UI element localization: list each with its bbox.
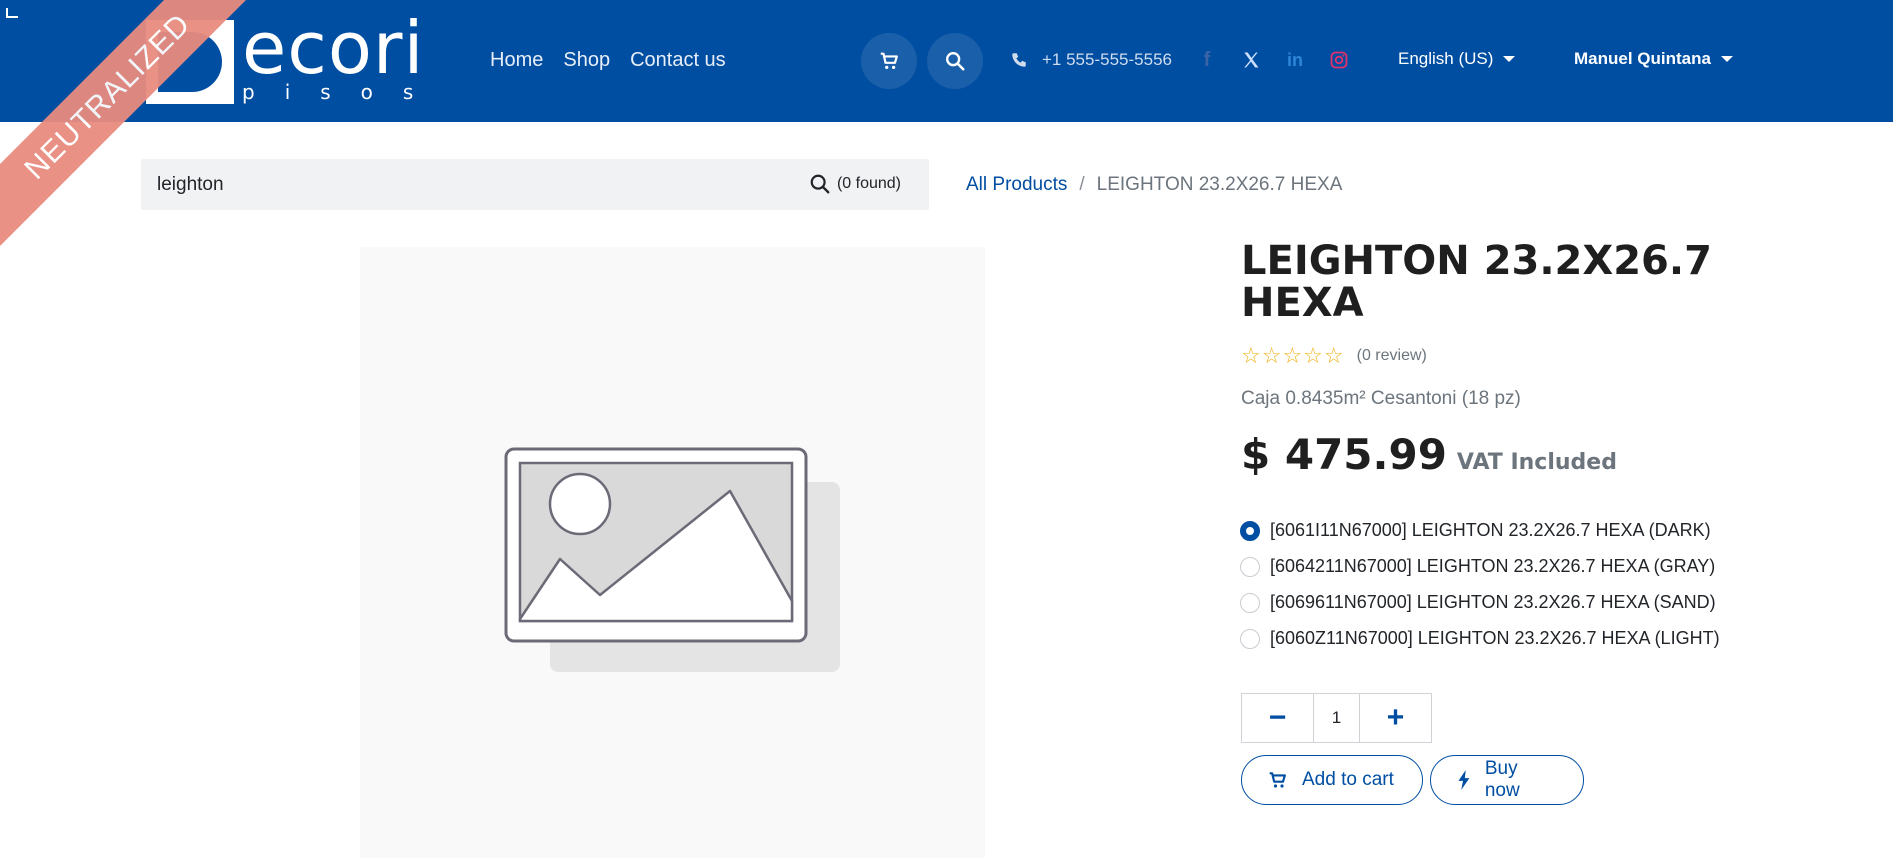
buy-now-label: Buy now — [1484, 758, 1520, 801]
facebook-icon[interactable]: f — [1196, 47, 1218, 73]
nav-shop[interactable]: Shop — [563, 48, 610, 72]
star-rating-icon: ☆☆☆☆☆ — [1241, 343, 1345, 368]
cart-icon — [880, 52, 898, 70]
variant-option[interactable]: [6064211N67000] LEIGHTON 23.2X26.7 HEXA … — [1240, 555, 1720, 578]
add-to-cart-button[interactable]: Add to cart — [1241, 755, 1423, 805]
product-search: (0 found) — [141, 159, 929, 210]
product-subtitle: Caja 0.8435m² Cesantoni (18 pz) — [1241, 388, 1521, 409]
search-input[interactable] — [157, 171, 797, 199]
chevron-down-icon — [1503, 56, 1516, 62]
vat-label: VAT Included — [1456, 450, 1617, 475]
variant-radio[interactable] — [1240, 628, 1260, 649]
social-links: f in — [1196, 47, 1350, 73]
product-price: $ 475.99 VAT Included — [1241, 430, 1617, 479]
nav-contact[interactable]: Contact us — [630, 48, 726, 72]
breadcrumb-current: LEIGHTON 23.2X26.7 HEXA — [1096, 174, 1343, 195]
variant-radio[interactable] — [1240, 556, 1260, 577]
breadcrumb: All Products / LEIGHTON 23.2X26.7 HEXA — [966, 174, 1342, 196]
breadcrumb-all-products[interactable]: All Products — [966, 174, 1067, 196]
search-icon — [946, 52, 965, 71]
header-search-button[interactable] — [927, 33, 983, 89]
cart-icon — [1269, 772, 1286, 788]
variant-option[interactable]: [6069611N67000] LEIGHTON 23.2X26.7 HEXA … — [1240, 591, 1720, 614]
breadcrumb-separator: / — [1079, 174, 1085, 195]
bolt-icon — [1458, 770, 1470, 790]
product-title: LEIGHTON 23.2X26.7 HEXA — [1241, 238, 1712, 326]
search-submit[interactable]: (0 found) — [809, 173, 901, 195]
cart-button[interactable] — [861, 33, 917, 89]
x-icon[interactable] — [1240, 47, 1262, 73]
quantity-input[interactable]: 1 — [1313, 694, 1360, 742]
main-nav: Home Shop Contact us — [490, 48, 726, 72]
nav-home[interactable]: Home — [490, 48, 543, 72]
logo-wordmark: ecori — [242, 6, 425, 90]
product-rating[interactable]: ☆☆☆☆☆ (0 review) — [1241, 344, 1427, 368]
product-image[interactable] — [360, 247, 985, 858]
variant-option[interactable]: [6061I11N67000] LEIGHTON 23.2X26.7 HEXA … — [1240, 519, 1720, 542]
language-selector[interactable]: English (US) — [1398, 49, 1516, 69]
quantity-decrease-button[interactable]: − — [1242, 694, 1313, 742]
add-to-cart-label: Add to cart — [1302, 769, 1394, 790]
variant-label: [6061I11N67000] LEIGHTON 23.2X26.7 HEXA … — [1270, 520, 1711, 540]
phone-link[interactable]: +1 555-555-5556 — [1010, 48, 1172, 72]
search-icon — [810, 174, 830, 194]
corner-mark — [6, 8, 18, 18]
quantity-increase-button[interactable]: + — [1360, 694, 1431, 742]
quantity-stepper: − 1 + — [1241, 693, 1432, 743]
chevron-down-icon — [1720, 56, 1733, 62]
variant-radio[interactable] — [1240, 592, 1260, 613]
user-name: Manuel Quintana — [1574, 49, 1711, 68]
variant-list: [6061I11N67000] LEIGHTON 23.2X26.7 HEXA … — [1240, 519, 1720, 650]
phone-icon — [1012, 53, 1026, 67]
review-count: (0 review) — [1356, 347, 1427, 364]
variant-option[interactable]: [6060Z11N67000] LEIGHTON 23.2X26.7 HEXA … — [1240, 627, 1720, 650]
instagram-icon[interactable] — [1328, 47, 1350, 73]
linkedin-icon[interactable]: in — [1284, 47, 1306, 73]
image-placeholder-icon — [504, 447, 840, 672]
variant-label: [6060Z11N67000] LEIGHTON 23.2X26.7 HEXA … — [1270, 628, 1720, 648]
site-header: ecori pisos Home Shop Contact us +1 555-… — [0, 0, 1893, 122]
logo-subtitle: pisos — [242, 80, 444, 104]
price-amount: $ 475.99 — [1241, 430, 1447, 479]
search-found-count: (0 found) — [836, 175, 901, 192]
user-menu[interactable]: Manuel Quintana — [1574, 49, 1733, 69]
buy-now-button[interactable]: Buy now — [1430, 755, 1584, 805]
language-label: English (US) — [1398, 49, 1494, 68]
phone-number: +1 555-555-5556 — [1042, 50, 1172, 69]
variant-label: [6064211N67000] LEIGHTON 23.2X26.7 HEXA … — [1270, 556, 1716, 576]
variant-label: [6069611N67000] LEIGHTON 23.2X26.7 HEXA … — [1270, 592, 1716, 612]
variant-radio[interactable] — [1240, 520, 1260, 541]
